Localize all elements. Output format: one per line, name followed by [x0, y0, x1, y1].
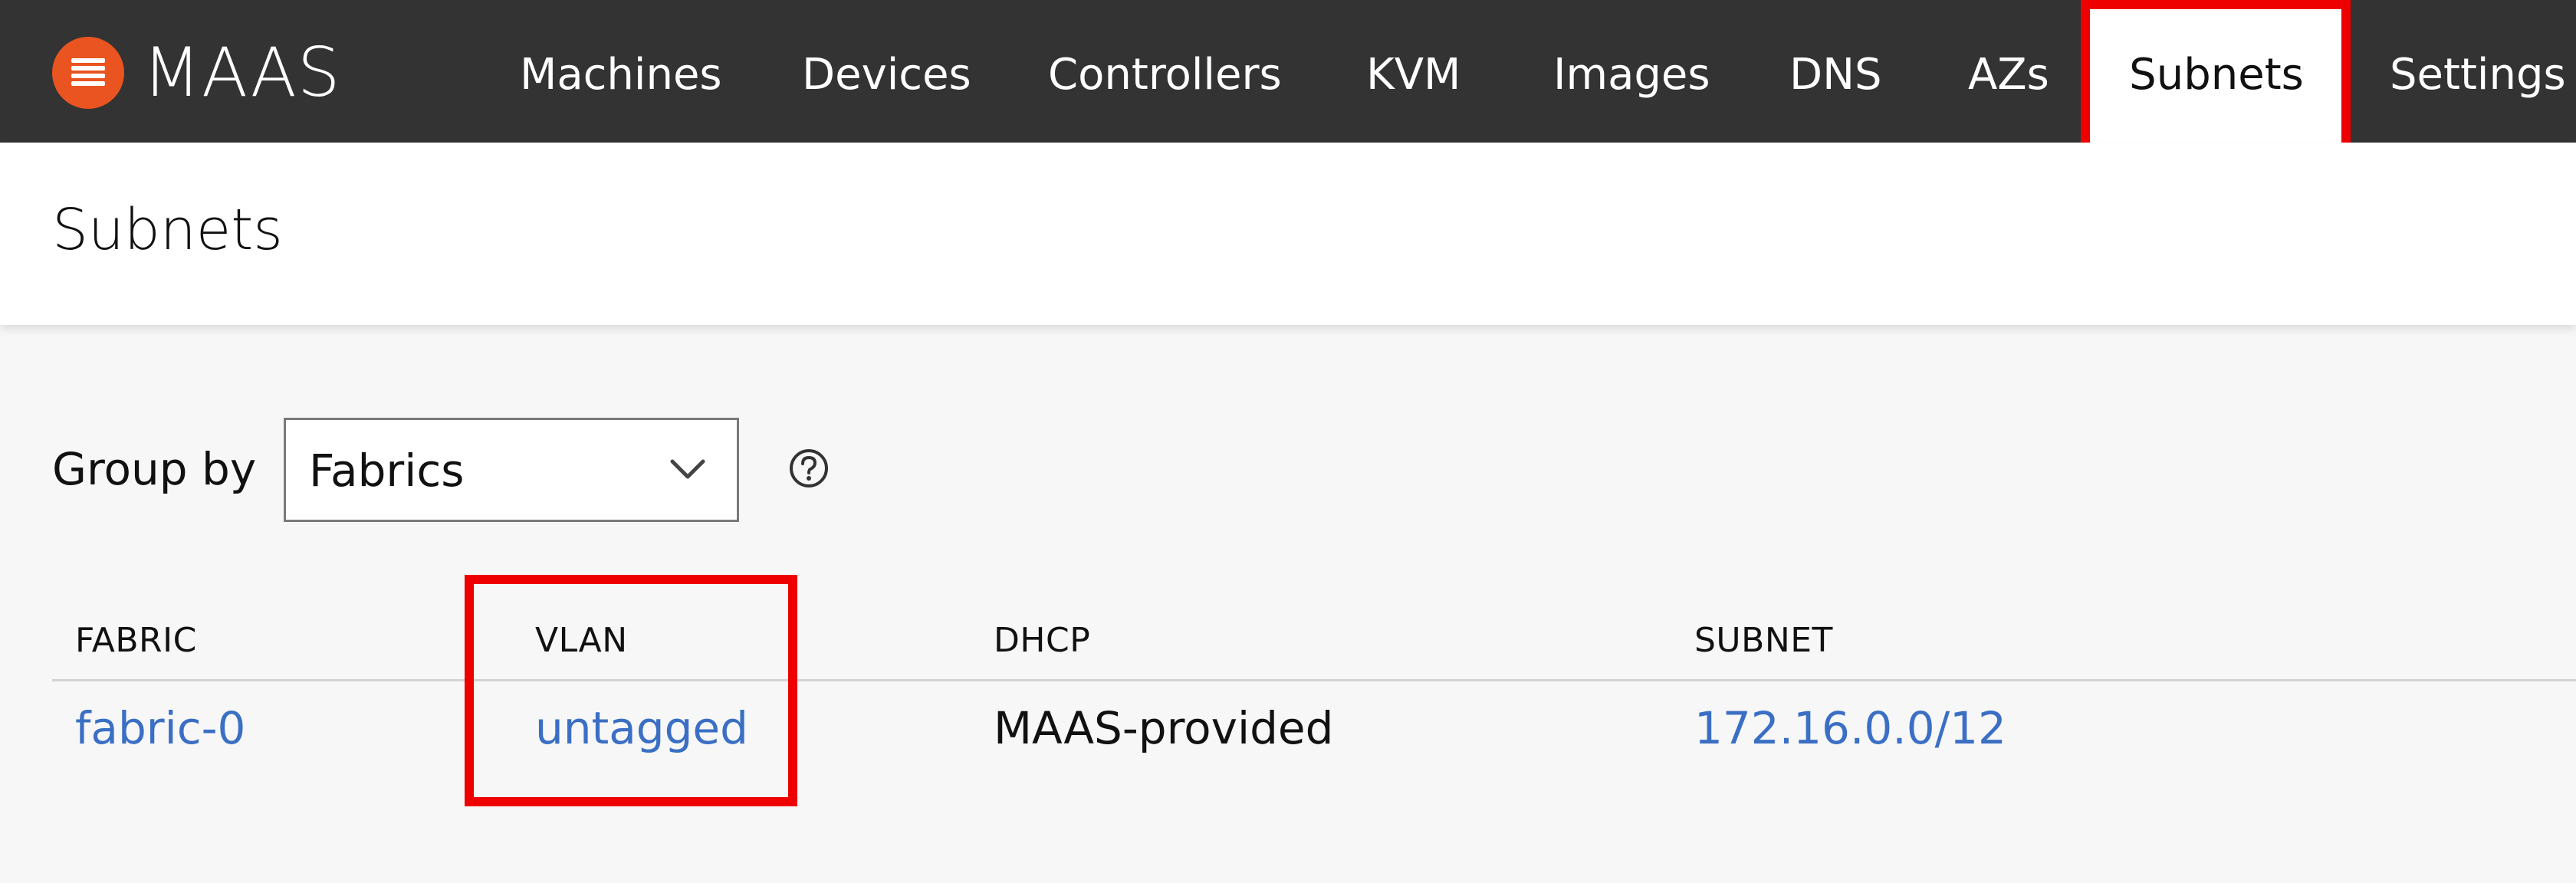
dhcp-status: MAAS-provided: [994, 702, 1334, 754]
page-title: Subnets: [52, 197, 283, 263]
help-circle-icon[interactable]: [788, 448, 830, 489]
fabric-link[interactable]: fabric-0: [75, 698, 245, 759]
nav-item-kvm[interactable]: KVM: [1366, 0, 1460, 143]
table-header-divider: [52, 679, 2576, 681]
nav-item-azs[interactable]: AZs: [1968, 0, 2049, 143]
column-header-dhcp: DHCP: [994, 621, 1091, 660]
nav-item-settings[interactable]: Settings: [2390, 0, 2566, 143]
page-header: Subnets: [0, 143, 2576, 325]
top-navbar: MAAS Machines Devices Controllers KVM Im…: [0, 0, 2576, 143]
nav-item-devices[interactable]: Devices: [802, 0, 971, 143]
column-header-fabric: FABRIC: [75, 621, 197, 660]
group-by-select[interactable]: Fabrics: [284, 418, 739, 522]
app-logo-text[interactable]: MAAS: [143, 31, 341, 115]
column-header-vlan: VLAN: [535, 621, 628, 660]
chevron-down-icon: [670, 459, 705, 479]
nav-item-subnets[interactable]: Subnets: [2090, 0, 2343, 143]
nav-item-machines[interactable]: Machines: [520, 0, 722, 143]
group-by-selected-value: Fabrics: [309, 445, 465, 497]
nav-item-controllers[interactable]: Controllers: [1048, 0, 1282, 143]
nav-item-dns[interactable]: DNS: [1789, 0, 1882, 143]
vlan-link[interactable]: untagged: [535, 698, 748, 759]
maas-logo-icon[interactable]: [52, 37, 124, 109]
annotation-box-vlan: [465, 575, 797, 806]
subnet-link[interactable]: 172.16.0.0/12: [1694, 698, 2006, 759]
group-by-label: Group by: [52, 443, 257, 495]
column-header-subnet: SUBNET: [1694, 621, 1833, 660]
nav-item-images[interactable]: Images: [1553, 0, 1710, 143]
